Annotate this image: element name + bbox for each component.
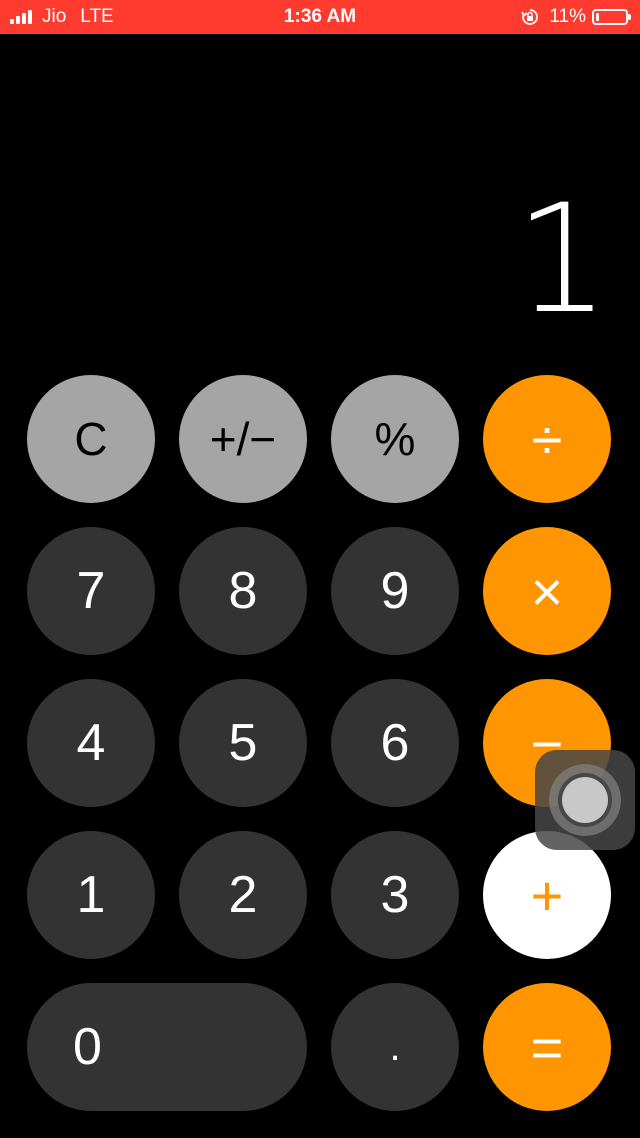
divide-button[interactable]: ÷ bbox=[483, 375, 611, 503]
percent-button[interactable]: % bbox=[331, 375, 459, 503]
calculator-display: 1 bbox=[514, 173, 610, 347]
multiply-button[interactable]: × bbox=[483, 527, 611, 655]
digit-6-button[interactable]: 6 bbox=[331, 679, 459, 807]
assistive-touch-icon[interactable] bbox=[535, 750, 635, 850]
digit-7-button[interactable]: 7 bbox=[27, 527, 155, 655]
status-bar: Jio LTE 1:36 AM 11% bbox=[0, 0, 640, 34]
digit-9-button[interactable]: 9 bbox=[331, 527, 459, 655]
digit-3-button[interactable]: 3 bbox=[331, 831, 459, 959]
battery-icon bbox=[592, 9, 631, 25]
sign-toggle-button[interactable]: +/− bbox=[179, 375, 307, 503]
digit-2-button[interactable]: 2 bbox=[179, 831, 307, 959]
status-bar-right: 11% bbox=[521, 0, 631, 34]
equals-button[interactable]: = bbox=[483, 983, 611, 1111]
digit-5-button[interactable]: 5 bbox=[179, 679, 307, 807]
digit-1-button[interactable]: 1 bbox=[27, 831, 155, 959]
digit-8-button[interactable]: 8 bbox=[179, 527, 307, 655]
battery-percent: 11% bbox=[549, 6, 586, 27]
clear-button[interactable]: C bbox=[27, 375, 155, 503]
rotation-lock-icon bbox=[521, 9, 539, 25]
add-button[interactable]: + bbox=[483, 831, 611, 959]
decimal-button[interactable]: . bbox=[331, 983, 459, 1111]
digit-4-button[interactable]: 4 bbox=[27, 679, 155, 807]
assistive-touch-center bbox=[562, 777, 608, 823]
battery-fill bbox=[596, 13, 599, 21]
digit-0-button[interactable]: 0 bbox=[27, 983, 307, 1111]
